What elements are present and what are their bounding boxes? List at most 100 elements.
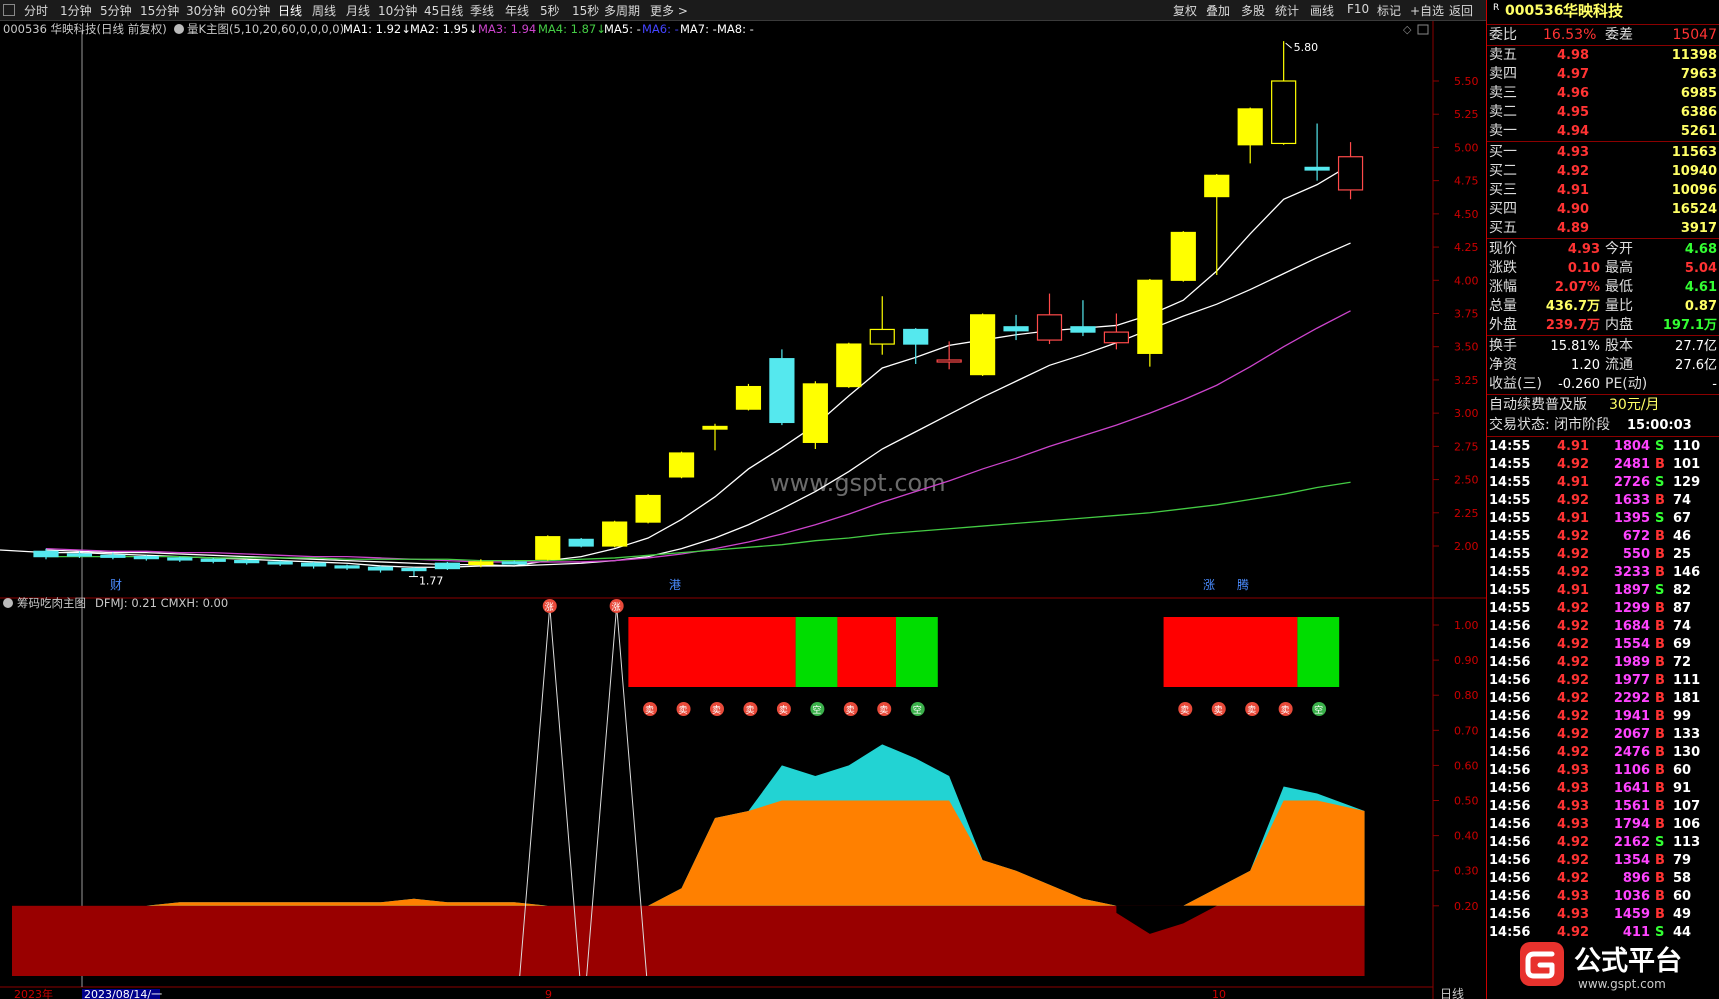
period-tab[interactable]: 10分钟 bbox=[378, 2, 417, 19]
period-tab[interactable]: 5秒 bbox=[540, 2, 560, 19]
price-axis-label: 4.25 bbox=[1454, 241, 1479, 254]
candle-body[interactable] bbox=[301, 562, 327, 567]
window-menu-icon[interactable] bbox=[3, 4, 15, 16]
tick-side: S bbox=[1655, 475, 1665, 490]
tick-count: 49 bbox=[1673, 907, 1692, 922]
candle-body[interactable] bbox=[936, 359, 962, 363]
toolbar-button[interactable]: 统计 bbox=[1275, 2, 1299, 19]
candle-body[interactable] bbox=[1237, 108, 1263, 146]
period-tab[interactable]: 60分钟 bbox=[231, 2, 270, 19]
candle-body[interactable] bbox=[769, 358, 795, 424]
settings-dot-icon[interactable] bbox=[174, 24, 184, 34]
ask-label: 卖三 bbox=[1489, 85, 1517, 101]
toolbar-button[interactable]: 多股 bbox=[1241, 2, 1265, 19]
settings-dot-icon[interactable] bbox=[3, 598, 13, 608]
period-tab[interactable]: 1分钟 bbox=[60, 2, 92, 19]
period-tab[interactable]: 15分钟 bbox=[140, 2, 179, 19]
toolbar-button[interactable]: 标记 bbox=[1377, 2, 1401, 19]
period-tab[interactable]: 月线 bbox=[346, 2, 370, 19]
period-tab[interactable]: 5分钟 bbox=[100, 2, 132, 19]
period-tab[interactable]: 分时 bbox=[24, 2, 48, 19]
candle-body[interactable] bbox=[1003, 326, 1029, 332]
candle-body[interactable] bbox=[735, 385, 762, 410]
price-axis-label: 3.75 bbox=[1454, 308, 1479, 321]
period-tab[interactable]: 30分钟 bbox=[186, 2, 225, 19]
diamond-icon[interactable]: ◇ bbox=[1403, 23, 1412, 36]
candle-body[interactable] bbox=[535, 536, 561, 560]
signal-block-red[interactable] bbox=[628, 617, 796, 687]
candle-body[interactable] bbox=[969, 314, 996, 376]
tick-row: 14:56 4.93 1459 B 49 bbox=[1487, 906, 1719, 924]
candle-body[interactable] bbox=[234, 560, 260, 564]
tick-count: 69 bbox=[1673, 637, 1692, 652]
tick-time: 14:56 bbox=[1489, 619, 1531, 634]
candle-body[interactable] bbox=[367, 566, 394, 571]
toolbar-button[interactable]: 叠加 bbox=[1206, 2, 1230, 19]
period-tab[interactable]: 年线 bbox=[505, 2, 529, 19]
period-tab[interactable]: 多周期 bbox=[604, 2, 640, 19]
candle-body[interactable] bbox=[401, 567, 427, 572]
signal-block-red[interactable] bbox=[837, 617, 896, 687]
candle-body[interactable] bbox=[1036, 314, 1063, 341]
candle-body[interactable] bbox=[100, 554, 126, 558]
maximize-icon[interactable] bbox=[1417, 24, 1429, 35]
period-tab[interactable]: 周线 bbox=[312, 2, 336, 19]
event-marker[interactable]: 腾 bbox=[1237, 577, 1249, 592]
candle-body[interactable] bbox=[468, 561, 494, 566]
tick-price: 4.93 bbox=[1557, 907, 1590, 922]
candle-body[interactable] bbox=[1271, 80, 1297, 145]
badge-text: 卖 bbox=[679, 705, 688, 716]
candle-body[interactable] bbox=[802, 383, 828, 443]
candle-body[interactable] bbox=[1137, 279, 1163, 354]
event-marker[interactable]: 财 bbox=[110, 578, 122, 592]
candle-body[interactable] bbox=[167, 557, 193, 561]
candle-body[interactable] bbox=[200, 558, 226, 562]
candle-body[interactable] bbox=[668, 452, 695, 478]
zhang-badge-text: 涨 bbox=[545, 602, 554, 613]
toolbar-button[interactable]: +自选 bbox=[1410, 2, 1444, 19]
period-tab[interactable]: 日线 bbox=[278, 2, 302, 19]
candle-body[interactable] bbox=[702, 425, 728, 430]
tick-volume: 1561 bbox=[1613, 799, 1650, 814]
period-tab[interactable]: 季线 bbox=[470, 2, 494, 19]
candle-body[interactable] bbox=[602, 521, 628, 547]
tick-price: 4.92 bbox=[1557, 601, 1590, 616]
candle-body[interactable] bbox=[903, 328, 929, 345]
candle-body[interactable] bbox=[568, 538, 594, 547]
period-tab[interactable]: 45日线 bbox=[424, 2, 463, 19]
candle-body[interactable] bbox=[1204, 174, 1230, 198]
candle-body[interactable] bbox=[836, 343, 862, 388]
candle-body[interactable] bbox=[501, 561, 527, 565]
candle-body[interactable] bbox=[33, 550, 59, 558]
kline-chart[interactable]: 000536 华映科技(日线 前复权) 量K主图(5,10,20,60,0,0,0… bbox=[0, 21, 1486, 999]
bid-label: 买一 bbox=[1489, 144, 1517, 160]
toolbar-button[interactable]: 复权 bbox=[1173, 2, 1197, 19]
candle-body[interactable] bbox=[869, 328, 895, 345]
candle-body[interactable] bbox=[334, 565, 360, 569]
subscription-row[interactable]: 自动续费普及版 30元/月 bbox=[1487, 396, 1719, 415]
bid-label: 买五 bbox=[1489, 220, 1517, 236]
signal-block-green[interactable] bbox=[795, 617, 838, 687]
gspt-logo: 公式平台 www.gspt.com bbox=[1520, 942, 1682, 991]
candle-body[interactable] bbox=[1070, 326, 1096, 333]
event-marker[interactable]: 港 bbox=[669, 578, 681, 592]
candle-body[interactable] bbox=[267, 561, 293, 565]
period-tab[interactable]: 15秒 bbox=[572, 2, 599, 19]
period-tab[interactable]: 更多 > bbox=[650, 2, 688, 19]
toolbar-button[interactable]: 返回 bbox=[1449, 2, 1473, 19]
event-marker[interactable]: 涨 bbox=[1203, 577, 1215, 592]
candle-body[interactable] bbox=[635, 494, 661, 523]
signal-block-green[interactable] bbox=[1297, 617, 1340, 687]
candle-body[interactable] bbox=[434, 562, 460, 570]
candle-body[interactable] bbox=[1170, 231, 1196, 281]
toolbar-button[interactable]: 画线 bbox=[1310, 2, 1334, 19]
candle-body[interactable] bbox=[1304, 166, 1330, 171]
candle-body[interactable] bbox=[66, 553, 93, 557]
toolbar-button[interactable]: F10 bbox=[1347, 2, 1369, 16]
tick-price: 4.93 bbox=[1557, 763, 1590, 778]
signal-block-red[interactable] bbox=[1163, 617, 1298, 687]
candle-body[interactable] bbox=[1103, 331, 1130, 344]
signal-block-green[interactable] bbox=[895, 617, 938, 687]
candle-body[interactable] bbox=[133, 556, 159, 560]
candle-body[interactable] bbox=[1337, 156, 1364, 191]
